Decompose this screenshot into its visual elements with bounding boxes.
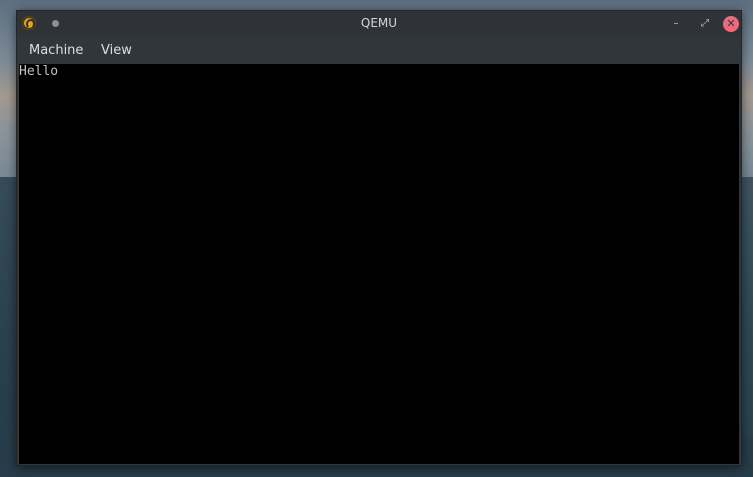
menu-bar: Machine View	[17, 37, 741, 63]
console-output: Hello	[19, 64, 59, 79]
menu-view[interactable]: View	[101, 43, 132, 58]
menu-machine[interactable]: Machine	[29, 43, 83, 58]
window-title: QEMU	[360, 16, 398, 30]
close-icon[interactable]: ✕	[723, 16, 739, 32]
minimize-icon[interactable]: –	[668, 16, 684, 32]
qemu-window: QEMU – ⤢ ✕ Machine View Hello	[16, 10, 742, 466]
maximize-icon[interactable]: ⤢	[697, 16, 713, 32]
vm-display[interactable]: Hello	[19, 64, 739, 464]
title-bar[interactable]: QEMU – ⤢ ✕	[17, 11, 741, 37]
